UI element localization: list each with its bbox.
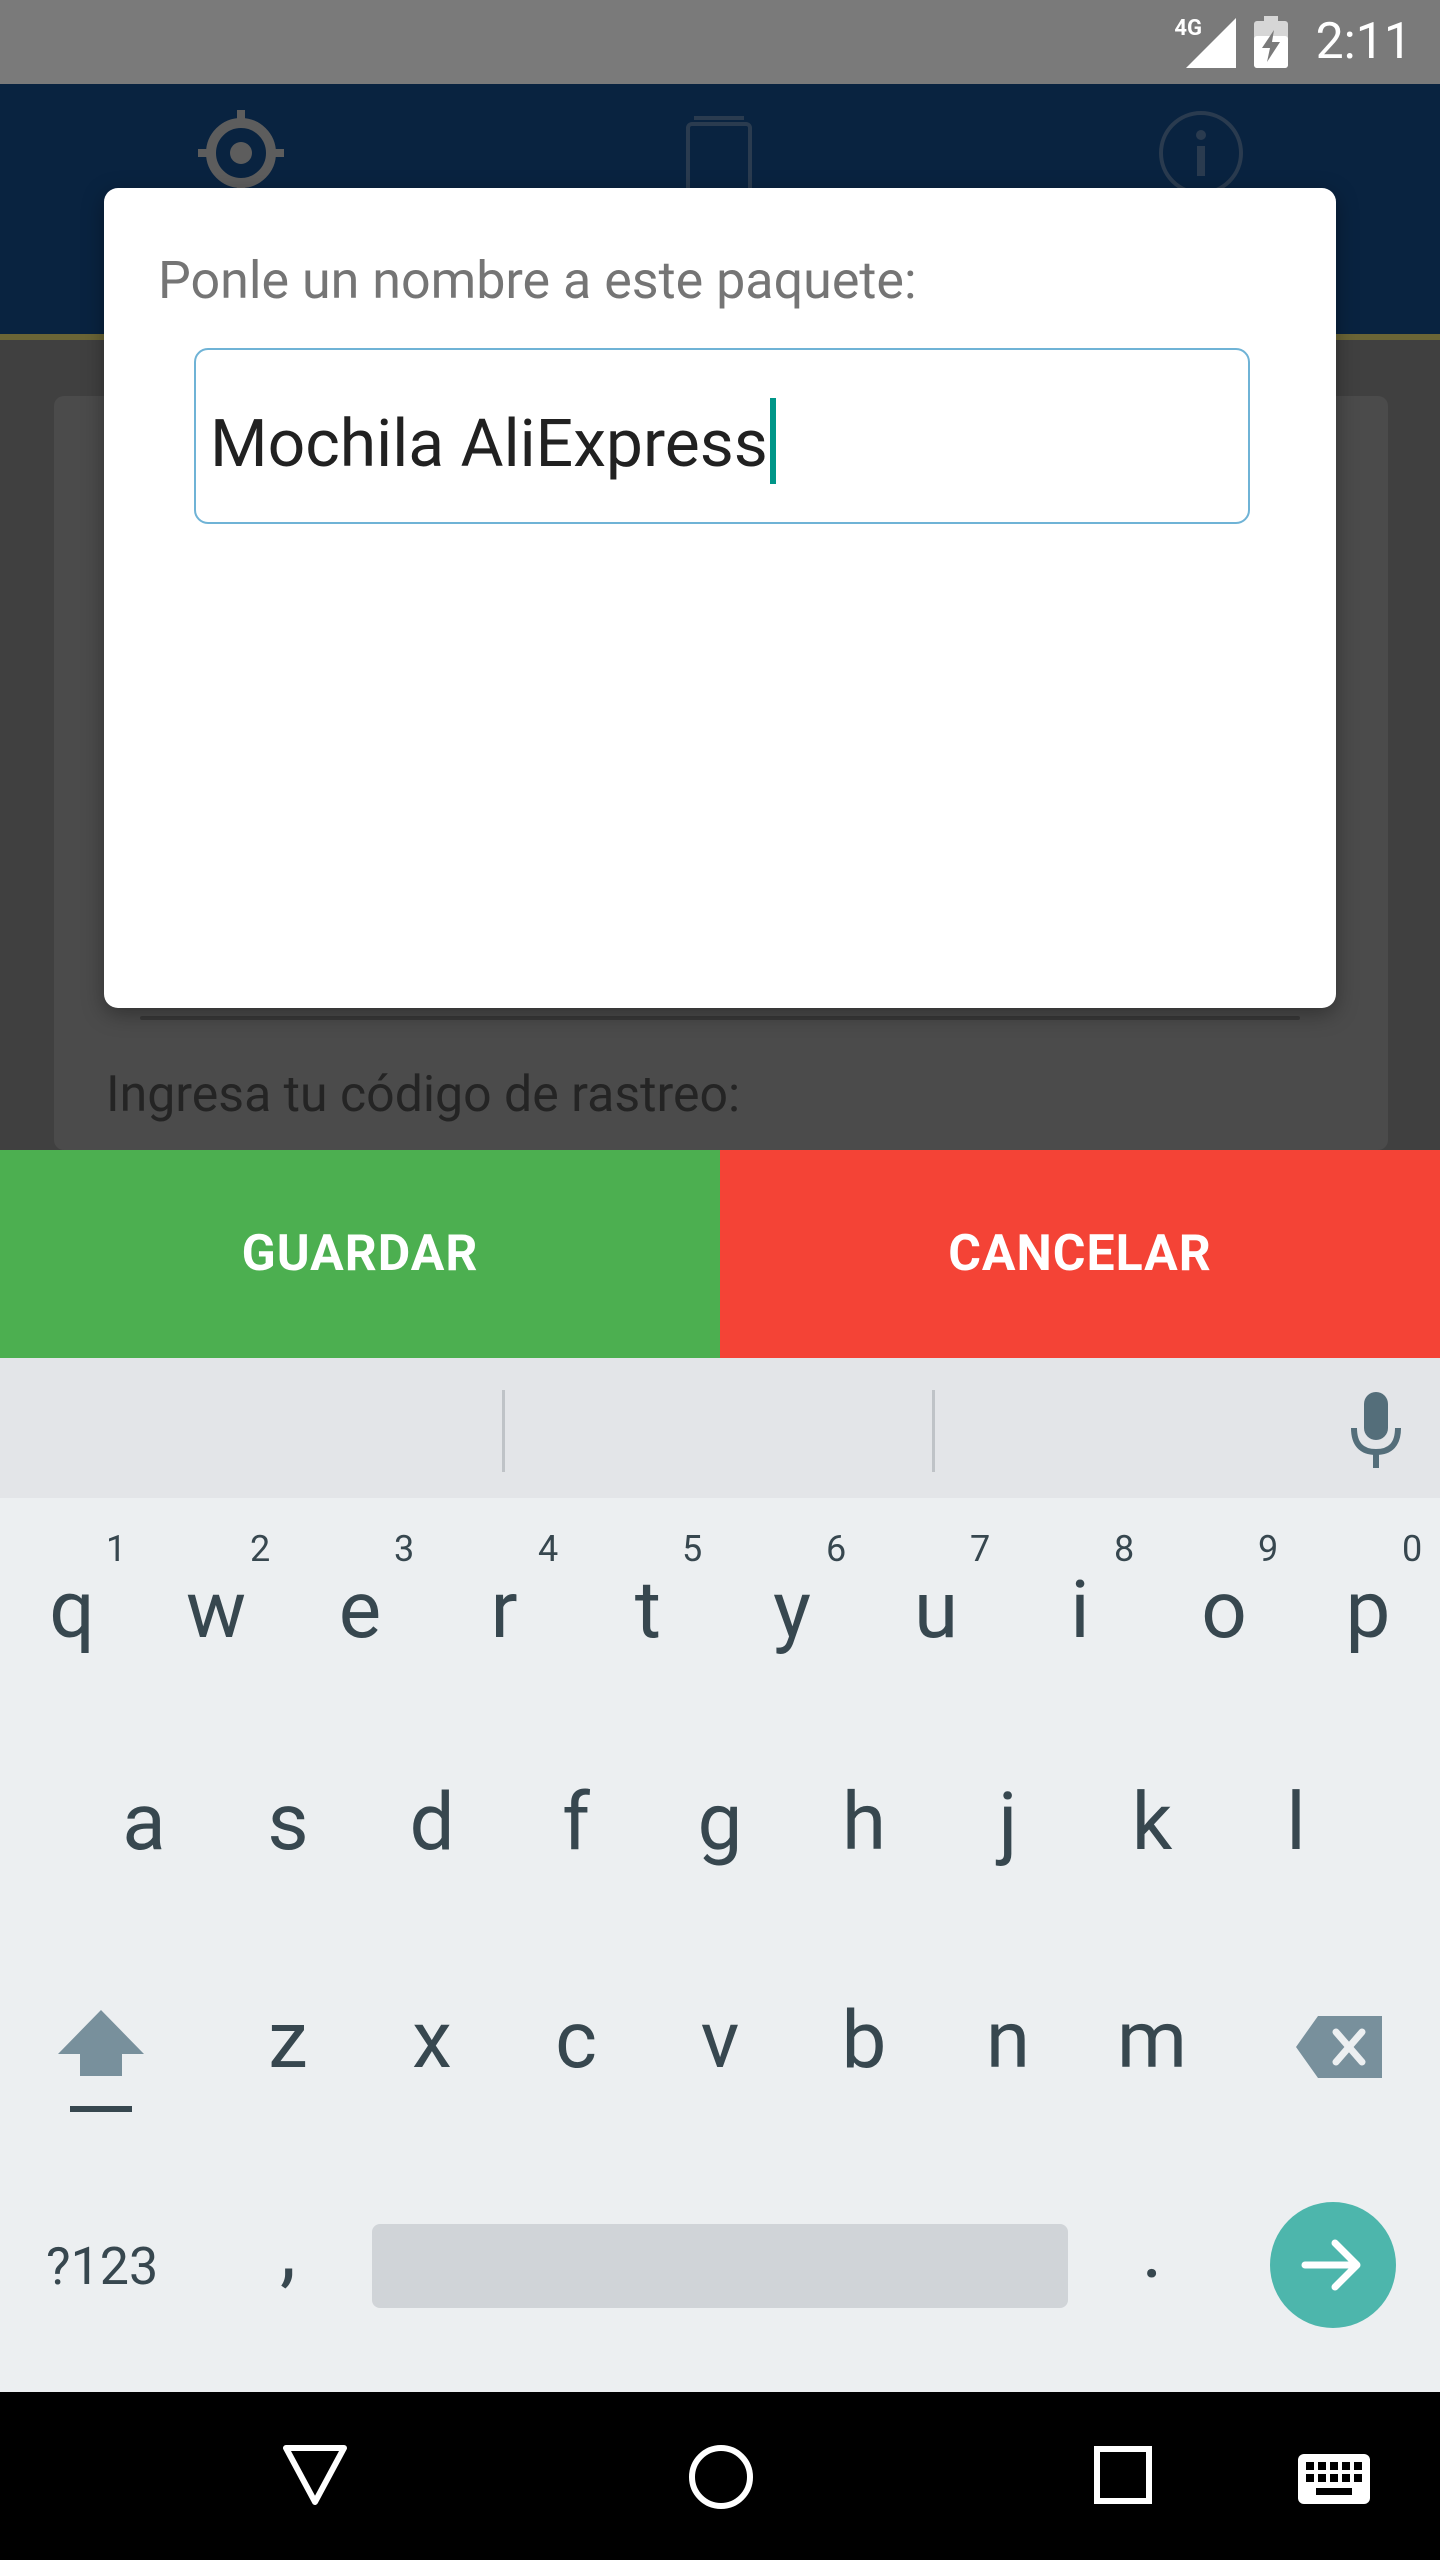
- key-p[interactable]: p: [1296, 1570, 1440, 1650]
- key-period[interactable]: .: [1080, 2210, 1224, 2290]
- home-icon[interactable]: [688, 2444, 754, 2510]
- arrow-right-icon: [1301, 2239, 1361, 2291]
- card-field-underline: [140, 1016, 1300, 1020]
- back-icon[interactable]: [282, 2444, 348, 2506]
- key-z[interactable]: z: [216, 2000, 360, 2080]
- key-hint-0: 0: [1402, 1528, 1423, 1570]
- key-k[interactable]: k: [1080, 1782, 1224, 1862]
- microphone-icon[interactable]: [1346, 1392, 1406, 1470]
- key-l[interactable]: l: [1224, 1782, 1368, 1862]
- keyboard: q 1 w 2 e 3 r 4 t 5 y 6 u 7 i 8 o 9 p 0 …: [0, 1498, 1440, 2392]
- key-c[interactable]: c: [504, 2000, 648, 2080]
- signal-icon: [1185, 18, 1236, 68]
- crosshair-icon[interactable]: [198, 110, 284, 196]
- key-u[interactable]: u: [864, 1570, 1008, 1650]
- symbols-key[interactable]: ?123: [46, 2236, 158, 2297]
- dialog-title: Ponle un nombre a este paquete:: [158, 250, 917, 311]
- key-r[interactable]: r: [432, 1570, 576, 1650]
- key-i[interactable]: i: [1008, 1570, 1152, 1650]
- status-time: 2:11: [1315, 13, 1412, 71]
- key-comma[interactable]: ,: [216, 2210, 360, 2290]
- shift-icon[interactable]: [56, 2006, 146, 2116]
- key-w[interactable]: w: [144, 1570, 288, 1650]
- key-hint-5: 5: [682, 1528, 703, 1570]
- key-v[interactable]: v: [648, 2000, 792, 2080]
- cancel-button[interactable]: CANCELAR: [720, 1150, 1440, 1358]
- keyboard-icon[interactable]: [1298, 2454, 1370, 2504]
- key-e[interactable]: e: [288, 1570, 432, 1650]
- suggestion-divider: [932, 1390, 935, 1472]
- package-name-value[interactable]: Mochila AliExpress: [210, 398, 776, 484]
- list-icon[interactable]: [676, 110, 762, 196]
- key-d[interactable]: d: [360, 1782, 504, 1862]
- status-bar: 4G 2:11: [0, 0, 1440, 84]
- name-package-dialog: Ponle un nombre a este paquete: Mochila …: [104, 188, 1336, 1008]
- keyboard-suggestion-strip: [0, 1358, 1440, 1498]
- backspace-icon[interactable]: [1296, 2016, 1382, 2078]
- key-j[interactable]: j: [936, 1782, 1080, 1862]
- key-n[interactable]: n: [936, 2000, 1080, 2080]
- key-g[interactable]: g: [648, 1782, 792, 1862]
- space-bar[interactable]: [372, 2224, 1068, 2308]
- key-hint-9: 9: [1258, 1528, 1279, 1570]
- recents-icon[interactable]: [1094, 2446, 1152, 2504]
- key-hint-4: 4: [538, 1528, 559, 1570]
- key-hint-1: 1: [106, 1528, 127, 1570]
- key-hint-7: 7: [970, 1528, 991, 1570]
- key-a[interactable]: a: [72, 1782, 216, 1862]
- key-q[interactable]: q: [0, 1570, 144, 1650]
- key-b[interactable]: b: [792, 2000, 936, 2080]
- info-icon[interactable]: [1158, 110, 1244, 196]
- key-y[interactable]: y: [720, 1570, 864, 1650]
- navigation-bar: [0, 2392, 1440, 2560]
- key-s[interactable]: s: [216, 1782, 360, 1862]
- key-t[interactable]: t: [576, 1570, 720, 1650]
- key-x[interactable]: x: [360, 2000, 504, 2080]
- package-name-input[interactable]: Mochila AliExpress: [194, 348, 1250, 524]
- key-o[interactable]: o: [1152, 1570, 1296, 1650]
- tracking-code-label: Ingresa tu código de rastreo:: [106, 1066, 741, 1124]
- battery-charging-icon: [1253, 16, 1288, 68]
- key-m[interactable]: m: [1080, 2000, 1224, 2080]
- key-hint-8: 8: [1114, 1528, 1135, 1570]
- key-f[interactable]: f: [504, 1782, 648, 1862]
- key-hint-2: 2: [250, 1528, 271, 1570]
- key-h[interactable]: h: [792, 1782, 936, 1862]
- suggestion-divider: [502, 1390, 505, 1472]
- enter-button[interactable]: [1270, 2202, 1396, 2328]
- text-cursor: [769, 398, 776, 484]
- key-hint-6: 6: [826, 1528, 847, 1570]
- key-hint-3: 3: [394, 1528, 415, 1570]
- save-button[interactable]: GUARDAR: [0, 1150, 720, 1358]
